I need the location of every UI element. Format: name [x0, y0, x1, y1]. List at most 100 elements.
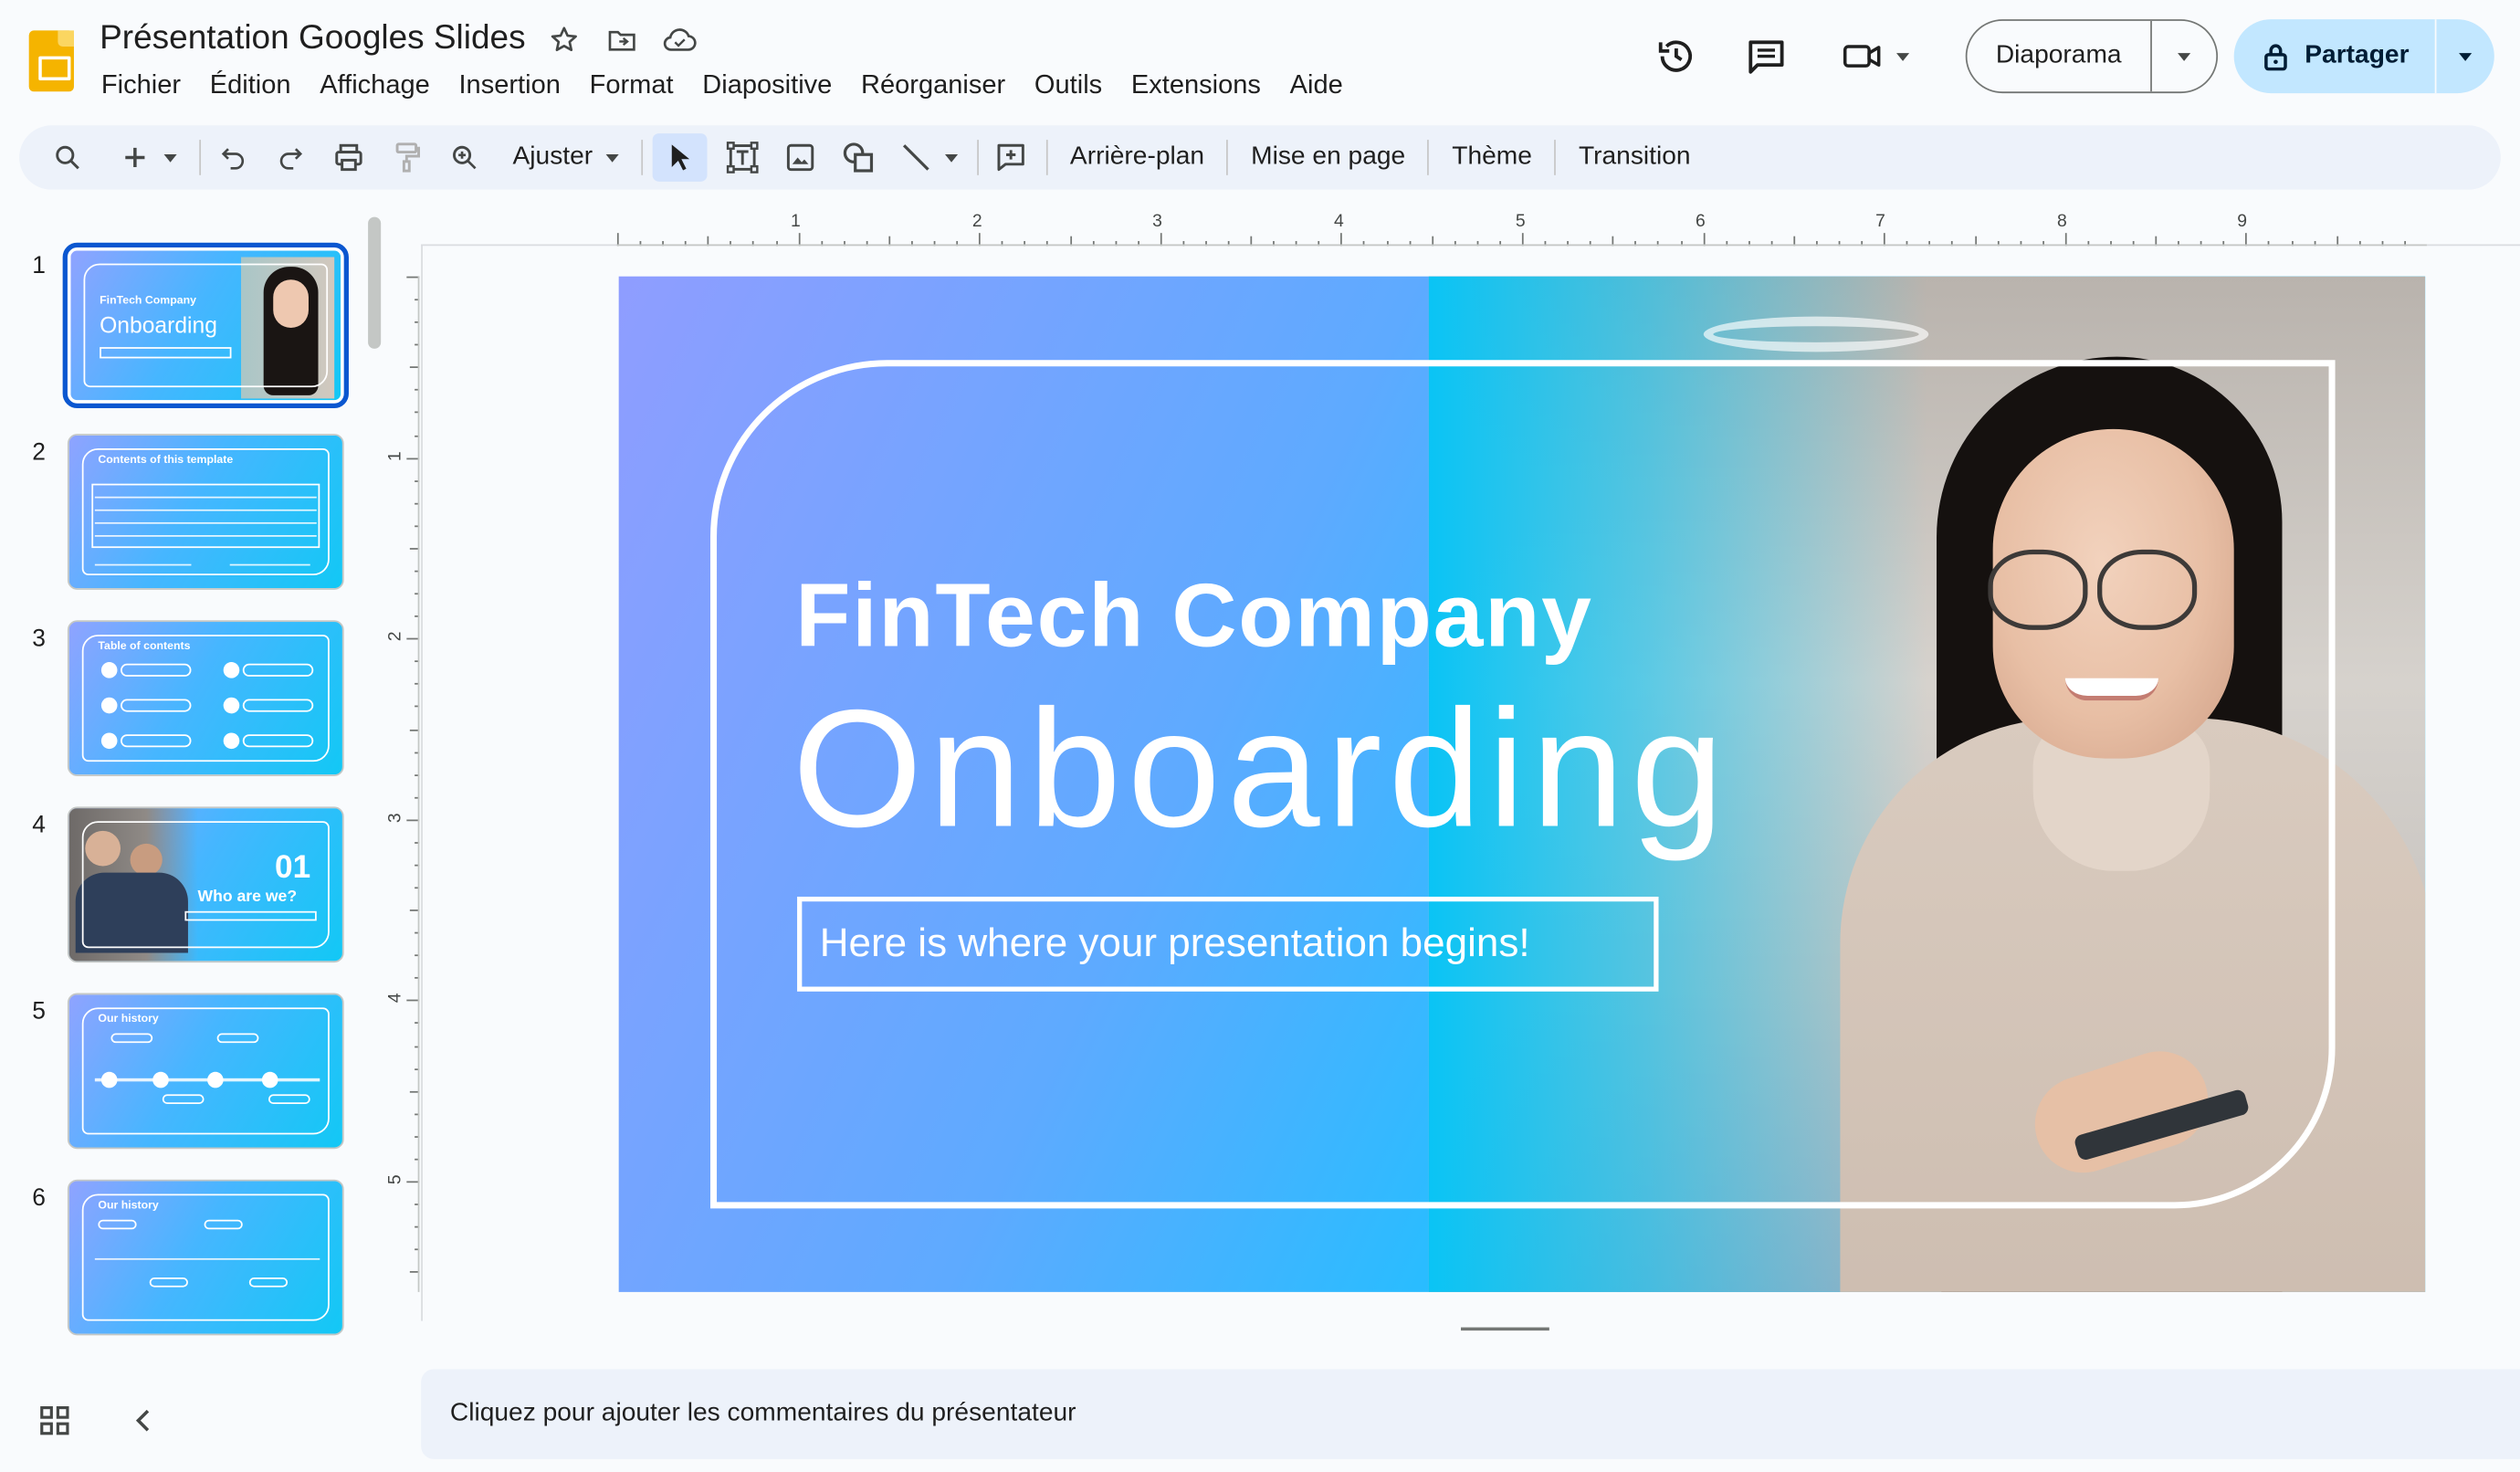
slide-thumbnail-1[interactable]: FinTech Company Onboarding	[62, 242, 349, 408]
slide-thumbnail-5[interactable]: Our history	[67, 993, 344, 1150]
background-button[interactable]: Arrière-plan	[1057, 143, 1217, 173]
ruler-tick	[415, 1113, 420, 1115]
ruler-tick	[415, 321, 420, 323]
menu-reorganiser[interactable]: Réorganiser	[846, 68, 1020, 104]
ruler-tick	[406, 457, 420, 459]
ruler-tick	[415, 570, 420, 573]
thumbnail-title: Contents of this template	[98, 455, 234, 467]
ruler-tick	[2087, 240, 2090, 247]
slide-thumbnail-2[interactable]: Contents of this template	[67, 434, 344, 590]
toolbar-divider	[199, 140, 202, 175]
search-menus-icon[interactable]	[45, 133, 89, 182]
document-title[interactable]: Présentation Googles Slides	[100, 19, 525, 58]
ruler-tick	[406, 1181, 420, 1183]
ruler-tick	[1250, 236, 1253, 247]
slide-heading[interactable]: Onboarding	[793, 675, 1730, 866]
share-dropdown[interactable]	[2436, 19, 2494, 93]
shape-icon[interactable]	[835, 133, 880, 182]
thumbnail-dot	[207, 1071, 224, 1088]
ruler-tick	[1363, 240, 1366, 247]
slideshow-dropdown[interactable]	[2152, 21, 2216, 91]
comments-icon[interactable]	[1734, 24, 1798, 88]
paint-format-icon[interactable]	[384, 133, 429, 182]
slide-thumbnail-3[interactable]: Table of contents	[67, 620, 344, 776]
undo-icon[interactable]	[211, 133, 256, 182]
toolbar-divider	[640, 140, 643, 175]
ruler-tick	[933, 240, 936, 247]
zoom-select[interactable]: Ajuster	[499, 133, 627, 182]
menu-outils[interactable]: Outils	[1020, 68, 1117, 104]
ruler-tick	[415, 660, 420, 663]
ruler-tick	[1002, 240, 1003, 247]
new-slide-button[interactable]	[112, 133, 186, 182]
slide-filmstrip: 1 FinTech Company Onboarding 2 Contents …	[0, 209, 385, 1350]
thumbnail-dot	[100, 1071, 118, 1088]
ruler-tick	[2019, 240, 2021, 247]
thumbnail-box	[121, 699, 192, 712]
slide-number: 2	[32, 438, 46, 467]
menu-diapositive[interactable]: Diapositive	[688, 68, 846, 104]
ruler-tick	[2110, 240, 2112, 247]
menu-edition[interactable]: Édition	[195, 68, 305, 104]
ruler-tick	[409, 547, 420, 550]
menu-extensions[interactable]: Extensions	[1117, 68, 1276, 104]
notes-resize-handle[interactable]	[1461, 1327, 1549, 1331]
slide-number: 6	[32, 1183, 46, 1212]
ruler-tick	[415, 412, 420, 415]
line-tool[interactable]	[893, 133, 963, 182]
slide-subtitle-box[interactable]: Here is where your presentation begins!	[797, 896, 1659, 992]
layout-button[interactable]: Mise en page	[1238, 143, 1418, 173]
slide-thumbnail-6[interactable]: Our history	[67, 1179, 344, 1336]
slideshow-button[interactable]: Diaporama	[1967, 20, 2153, 92]
slides-logo-icon[interactable]	[28, 30, 74, 92]
ruler-tick	[1974, 236, 1977, 247]
toolbar-divider	[1554, 140, 1557, 175]
insert-image-icon[interactable]	[778, 133, 823, 182]
star-icon[interactable]	[546, 23, 582, 58]
text-box-icon[interactable]	[719, 133, 764, 182]
share-label: Partager	[2305, 41, 2410, 69]
meet-camera-icon[interactable]	[1831, 24, 1921, 88]
ruler-tick	[1386, 240, 1389, 247]
zoom-icon[interactable]	[442, 133, 487, 182]
filmstrip-scrollbar[interactable]	[368, 216, 382, 349]
print-icon[interactable]	[326, 133, 371, 182]
menu-affichage[interactable]: Affichage	[305, 68, 444, 104]
chevron-left-icon[interactable]	[129, 1404, 161, 1436]
select-cursor-icon[interactable]	[652, 133, 708, 182]
menu-fichier[interactable]: Fichier	[87, 68, 195, 104]
ruler-tick	[1340, 233, 1343, 247]
insert-comment-icon[interactable]	[988, 133, 1033, 182]
ruler-tick	[1657, 240, 1660, 247]
current-slide[interactable]: FinTech Company Onboarding Here is where…	[618, 276, 2426, 1292]
slideshow-button-group: Diaporama	[1965, 19, 2219, 94]
menu-aide[interactable]: Aide	[1276, 68, 1358, 104]
thumbnail-subtitle: Onboarding	[100, 311, 217, 338]
thumbnail-box	[242, 734, 314, 748]
ruler-tick	[843, 240, 845, 247]
move-folder-icon[interactable]	[604, 23, 640, 58]
ruler-tick	[415, 1204, 420, 1205]
share-button[interactable]: Partager	[2234, 19, 2437, 94]
menu-format[interactable]: Format	[575, 68, 688, 104]
thumbnail-number: 01	[274, 849, 311, 886]
ruler-tick	[2155, 236, 2158, 247]
speaker-notes[interactable]: Cliquez pour ajouter les commentaires du…	[421, 1369, 2520, 1459]
toolbar-divider	[1226, 140, 1229, 175]
thumbnail-box	[100, 347, 232, 359]
thumbnail-title: Our history	[98, 1014, 159, 1025]
grid-view-icon[interactable]	[38, 1404, 70, 1436]
transition-button[interactable]: Transition	[1566, 143, 1704, 173]
ruler-tick	[1182, 240, 1185, 247]
slide-thumbnail-4[interactable]: 01 Who are we?	[67, 806, 344, 963]
theme-button[interactable]: Thème	[1439, 143, 1545, 173]
redo-icon[interactable]	[268, 133, 313, 182]
ruler-tick	[1069, 236, 1072, 247]
ruler-tick	[415, 525, 420, 527]
version-history-icon[interactable]	[1643, 24, 1707, 88]
ruler-tick	[1205, 240, 1207, 247]
slide-title[interactable]: FinTech Company	[795, 563, 1592, 667]
menu-insertion[interactable]: Insertion	[445, 68, 575, 104]
cloud-saved-icon[interactable]	[662, 23, 698, 58]
vertical-ruler: 1 2 3 4 5	[386, 276, 421, 1292]
